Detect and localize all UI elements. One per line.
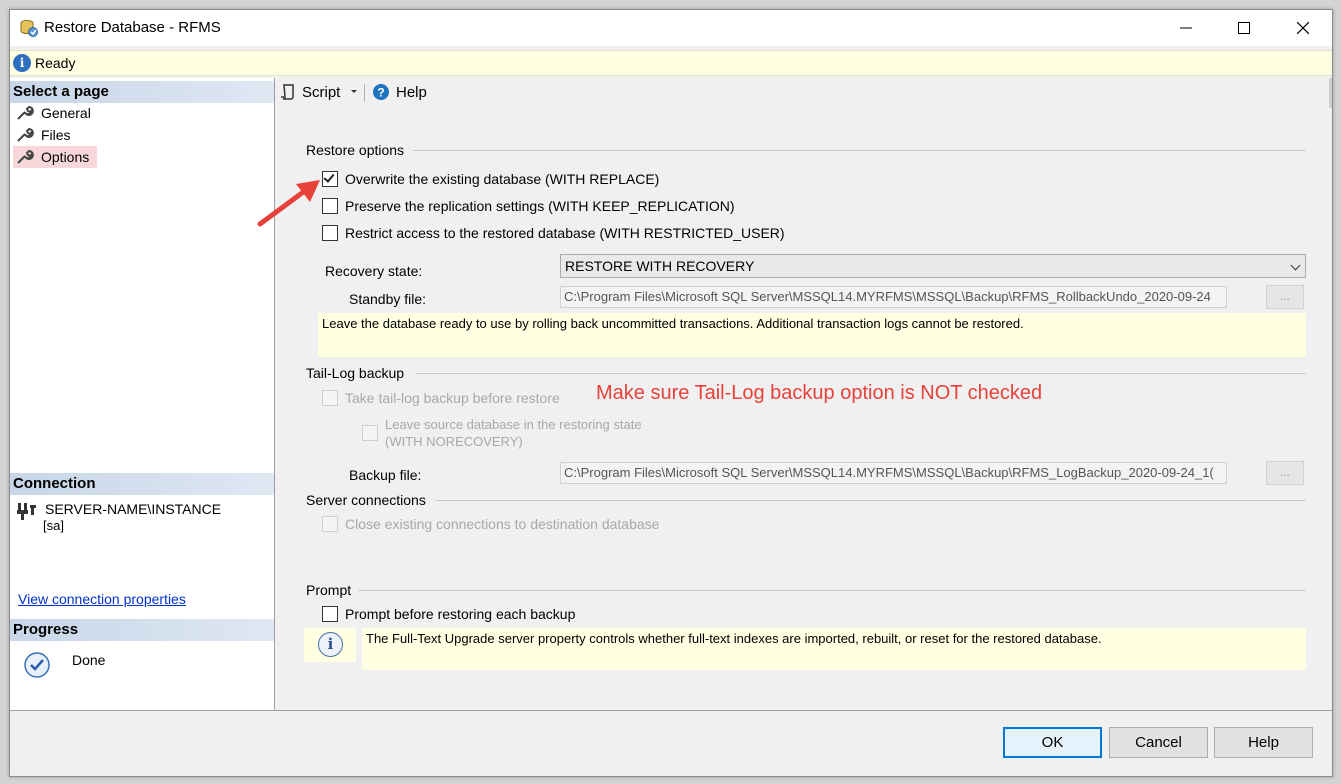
leave-restoring-checkbox[interactable] — [362, 425, 378, 441]
backup-browse-button[interactable]: ... — [1266, 461, 1304, 485]
connection-server-name: SERVER-NAME\INSTANCE — [45, 501, 222, 517]
help-icon: ? — [373, 84, 389, 100]
fulltext-info-text: The Full-Text Upgrade server property co… — [362, 628, 1306, 670]
toolbar-separator — [364, 84, 365, 102]
script-button[interactable]: Script — [280, 83, 358, 101]
left-pane: Select a page General Files Options Conn… — [10, 78, 275, 710]
help-toolbar-button[interactable]: ? Help — [372, 83, 427, 101]
backup-file-label: Backup file: — [349, 467, 422, 483]
group-divider — [416, 373, 1306, 374]
select-page-header: Select a page — [10, 81, 274, 103]
restrict-access-label: Restrict access to the restored database… — [345, 225, 785, 241]
maximize-button[interactable] — [1215, 10, 1273, 46]
close-connections-label: Close existing connections to destinatio… — [345, 516, 660, 532]
prompt-before-checkbox[interactable] — [322, 606, 338, 622]
page-item-label: Options — [41, 149, 90, 165]
info-icon-box: i — [304, 628, 356, 662]
view-connection-properties-link[interactable]: View connection properties — [18, 591, 186, 607]
info-icon: i — [13, 54, 31, 72]
preserve-replication-label: Preserve the replication settings (WITH … — [345, 198, 735, 214]
cancel-button[interactable]: Cancel — [1109, 727, 1208, 758]
leave-restoring-checkbox-row[interactable]: Leave source database in the restoring s… — [362, 416, 642, 450]
standby-file-label: Standby file: — [349, 291, 427, 307]
recovery-state-label: Recovery state: — [325, 263, 423, 279]
maximize-icon — [1238, 22, 1250, 34]
recovery-state-value: RESTORE WITH RECOVERY — [565, 258, 755, 274]
toolbar: Script ? Help — [276, 78, 1332, 108]
page-item-general[interactable]: General — [13, 102, 99, 124]
prompt-before-checkbox-row[interactable]: Prompt before restoring each backup — [322, 606, 575, 622]
close-connections-checkbox[interactable] — [322, 516, 338, 532]
close-icon — [1297, 22, 1309, 34]
take-tail-log-label: Take tail-log backup before restore — [345, 390, 560, 406]
wrench-icon — [17, 105, 34, 120]
close-connections-checkbox-row[interactable]: Close existing connections to destinatio… — [322, 516, 659, 532]
overwrite-checkbox-row[interactable]: Overwrite the existing database (WITH RE… — [322, 171, 659, 187]
group-divider — [413, 150, 1306, 151]
take-tail-log-checkbox[interactable] — [322, 390, 338, 406]
title-bar: Restore Database - RFMS — [10, 10, 1332, 46]
help-button[interactable]: Help — [1214, 727, 1313, 758]
server-connection-icon — [17, 503, 36, 520]
prompt-before-label: Prompt before restoring each backup — [345, 606, 576, 622]
minimize-icon — [1180, 27, 1192, 29]
page-item-label: Files — [41, 127, 71, 143]
minimize-button[interactable] — [1157, 10, 1215, 46]
connection-user: [sa] — [43, 518, 64, 533]
leave-restoring-label: Leave source database in the restoring s… — [385, 416, 642, 450]
connection-header: Connection — [10, 473, 274, 495]
status-bar: i Ready — [10, 50, 1332, 76]
window-title: Restore Database - RFMS — [44, 19, 221, 36]
recovery-state-select[interactable]: RESTORE WITH RECOVERY — [560, 254, 1306, 278]
wrench-icon — [17, 149, 34, 164]
group-divider — [436, 500, 1306, 501]
script-label: Script — [302, 83, 341, 101]
red-arrow-icon — [257, 180, 320, 227]
backup-file-field[interactable]: C:\Program Files\Microsoft SQL Server\MS… — [560, 462, 1227, 484]
take-tail-log-checkbox-row[interactable]: Take tail-log backup before restore — [322, 390, 560, 406]
annotation-text: Make sure Tail-Log backup option is NOT … — [596, 382, 1043, 404]
done-check-icon — [24, 652, 50, 678]
chevron-down-icon — [1290, 260, 1301, 271]
server-connections-group-label: Server connections — [306, 492, 426, 508]
options-content: Restore options Overwrite the existing d… — [276, 108, 1332, 710]
standby-file-field[interactable]: C:\Program Files\Microsoft SQL Server\MS… — [560, 286, 1227, 308]
leave-restoring-line1: Leave source database in the restoring s… — [385, 417, 642, 432]
preserve-replication-checkbox-row[interactable]: Preserve the replication settings (WITH … — [322, 198, 735, 214]
overwrite-label: Overwrite the existing database (WITH RE… — [345, 171, 660, 187]
status-text: Ready — [35, 55, 76, 71]
dropdown-arrow-icon[interactable] — [350, 89, 358, 95]
dialog-footer: OK Cancel Help — [10, 710, 1332, 776]
restore-options-group-label: Restore options — [306, 142, 405, 158]
help-toolbar-label: Help — [396, 83, 427, 101]
tail-log-group-label: Tail-Log backup — [306, 365, 405, 381]
info-icon: i — [318, 632, 343, 657]
prompt-group-label: Prompt — [306, 582, 352, 598]
page-item-files[interactable]: Files — [13, 124, 79, 146]
database-restore-icon — [20, 20, 38, 37]
group-divider — [358, 590, 1306, 591]
progress-status: Done — [72, 652, 106, 668]
script-icon — [281, 84, 294, 100]
restrict-access-checkbox-row[interactable]: Restrict access to the restored database… — [322, 225, 785, 241]
restore-database-dialog: Restore Database - RFMS i Ready Select a… — [9, 9, 1333, 777]
leave-restoring-line2: (WITH NORECOVERY) — [385, 434, 523, 449]
page-item-label: General — [41, 105, 91, 121]
page-item-options[interactable]: Options — [13, 146, 98, 168]
scrollbar[interactable] — [1329, 78, 1332, 108]
wrench-icon — [17, 127, 34, 142]
standby-browse-button[interactable]: ... — [1266, 285, 1304, 309]
close-button[interactable] — [1274, 10, 1332, 46]
svg-text:?: ? — [377, 86, 384, 100]
progress-header: Progress — [10, 619, 274, 641]
ok-button[interactable]: OK — [1003, 727, 1102, 758]
recovery-description: Leave the database ready to use by rolli… — [318, 313, 1306, 357]
